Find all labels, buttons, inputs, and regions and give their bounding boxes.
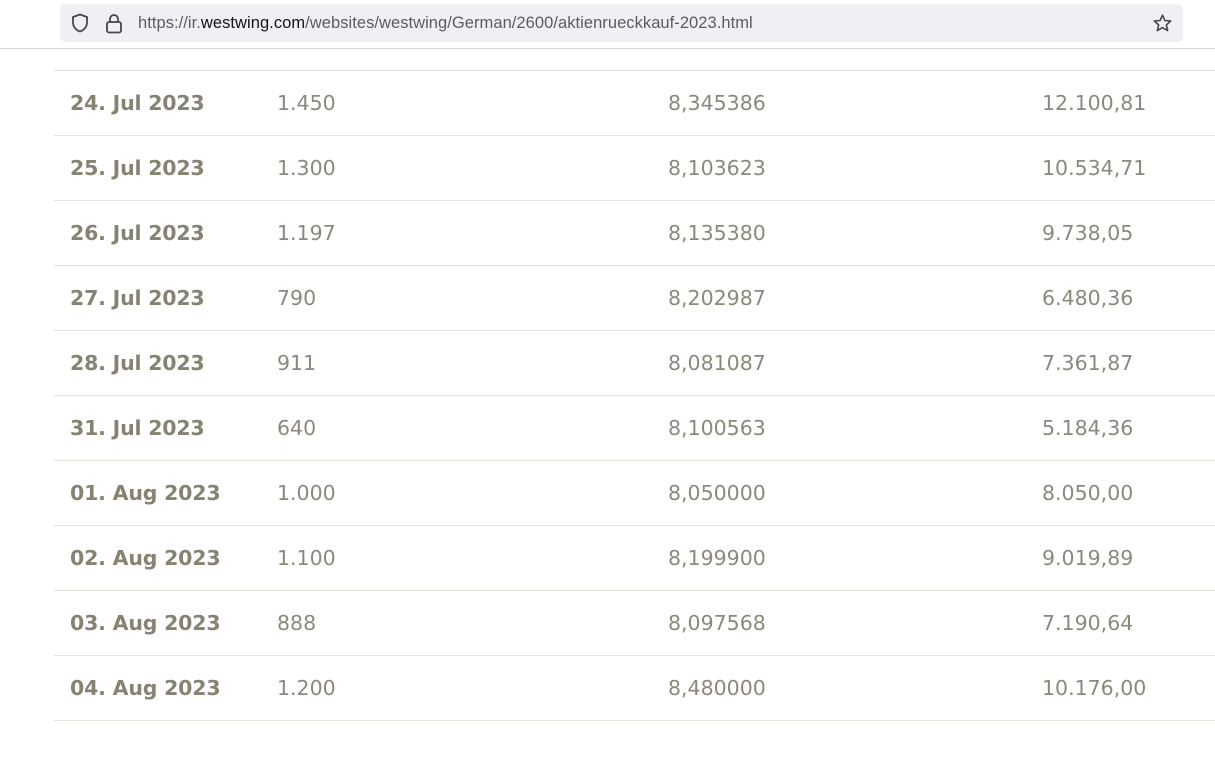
volume-cell: 9.738,05: [1026, 200, 1215, 266]
url-path: /websites/westwing/German/2600/aktienrue…: [305, 14, 753, 32]
table-cell: ,: [1026, 49, 1215, 71]
table-row: 03. Aug 2023 888 8,097568 7.190,64: [54, 590, 1215, 656]
shares-cell: 911: [261, 330, 652, 396]
table-row: 04. Aug 2023 1.200 8,480000 10.176,00: [54, 655, 1215, 721]
volume-cell: 10.534,71: [1026, 135, 1215, 201]
volume-cell: 12.100,81: [1026, 70, 1215, 136]
lock-icon[interactable]: [104, 12, 124, 34]
date-cell: 31. Jul 2023: [54, 395, 261, 461]
date-cell: 28. Jul 2023: [54, 330, 261, 396]
shares-cell: 1.450: [261, 70, 652, 136]
shares-cell: 1.000: [261, 460, 652, 526]
url-text[interactable]: https://ir.westwing.com/websites/westwin…: [138, 4, 753, 42]
table-cell: ,: [652, 49, 1026, 71]
volume-cell: 7.190,64: [1026, 590, 1215, 656]
shares-cell: 1.100: [261, 525, 652, 591]
date-cell: 01. Aug 2023: [54, 460, 261, 526]
avg-price-cell: 8,345386: [652, 70, 1026, 136]
shield-icon[interactable]: [70, 13, 90, 33]
table-row: 26. Jul 2023 1.197 8,135380 9.738,05: [54, 200, 1215, 266]
avg-price-cell: 8,199900: [652, 525, 1026, 591]
shares-cell: 1.300: [261, 135, 652, 201]
page-content: , , 24. Jul 2023 1.450 8,345386 12.100,8…: [0, 49, 1215, 760]
volume-cell: 9.019,89: [1026, 525, 1215, 591]
volume-cell: 10.176,00: [1026, 655, 1215, 721]
shares-cell: 1.200: [261, 655, 652, 721]
date-cell: 25. Jul 2023: [54, 135, 261, 201]
table-row: 31. Jul 2023 640 8,100563 5.184,36: [54, 395, 1215, 461]
url-domain: westwing.com: [200, 14, 306, 32]
address-bar[interactable]: https://ir.westwing.com/websites/westwin…: [60, 4, 1183, 42]
table-cell: [54, 49, 261, 71]
table-row: 01. Aug 2023 1.000 8,050000 8.050,00: [54, 460, 1215, 526]
date-cell: 27. Jul 2023: [54, 265, 261, 331]
table-row: 25. Jul 2023 1.300 8,103623 10.534,71: [54, 135, 1215, 201]
star-icon[interactable]: [1151, 12, 1173, 34]
date-cell: 04. Aug 2023: [54, 655, 261, 721]
table-cell: [261, 49, 652, 71]
avg-price-cell: 8,081087: [652, 330, 1026, 396]
date-cell: 03. Aug 2023: [54, 590, 261, 656]
avg-price-cell: 8,135380: [652, 200, 1026, 266]
volume-cell: 8.050,00: [1026, 460, 1215, 526]
date-cell: 24. Jul 2023: [54, 70, 261, 136]
shares-cell: 888: [261, 590, 652, 656]
avg-price-cell: 8,103623: [652, 135, 1026, 201]
table-row: 02. Aug 2023 1.100 8,199900 9.019,89: [54, 525, 1215, 591]
volume-cell: 7.361,87: [1026, 330, 1215, 396]
date-cell: 26. Jul 2023: [54, 200, 261, 266]
avg-price-cell: 8,050000: [652, 460, 1026, 526]
shares-cell: 640: [261, 395, 652, 461]
buyback-table: , , 24. Jul 2023 1.450 8,345386 12.100,8…: [54, 49, 1215, 721]
shares-cell: 790: [261, 265, 652, 331]
table-row: 27. Jul 2023 790 8,202987 6.480,36: [54, 265, 1215, 331]
avg-price-cell: 8,100563: [652, 395, 1026, 461]
table-row: 24. Jul 2023 1.450 8,345386 12.100,81: [54, 70, 1215, 136]
avg-price-cell: 8,480000: [652, 655, 1026, 721]
avg-price-cell: 8,097568: [652, 590, 1026, 656]
url-prefix: https://ir.: [138, 14, 201, 32]
date-cell: 02. Aug 2023: [54, 525, 261, 591]
volume-cell: 6.480,36: [1026, 265, 1215, 331]
table-row: 28. Jul 2023 911 8,081087 7.361,87: [54, 330, 1215, 396]
volume-cell: 5.184,36: [1026, 395, 1215, 461]
browser-toolbar: https://ir.westwing.com/websites/westwin…: [0, 0, 1215, 49]
shares-cell: 1.197: [261, 200, 652, 266]
avg-price-cell: 8,202987: [652, 265, 1026, 331]
table-row-partial: , ,: [54, 49, 1215, 71]
